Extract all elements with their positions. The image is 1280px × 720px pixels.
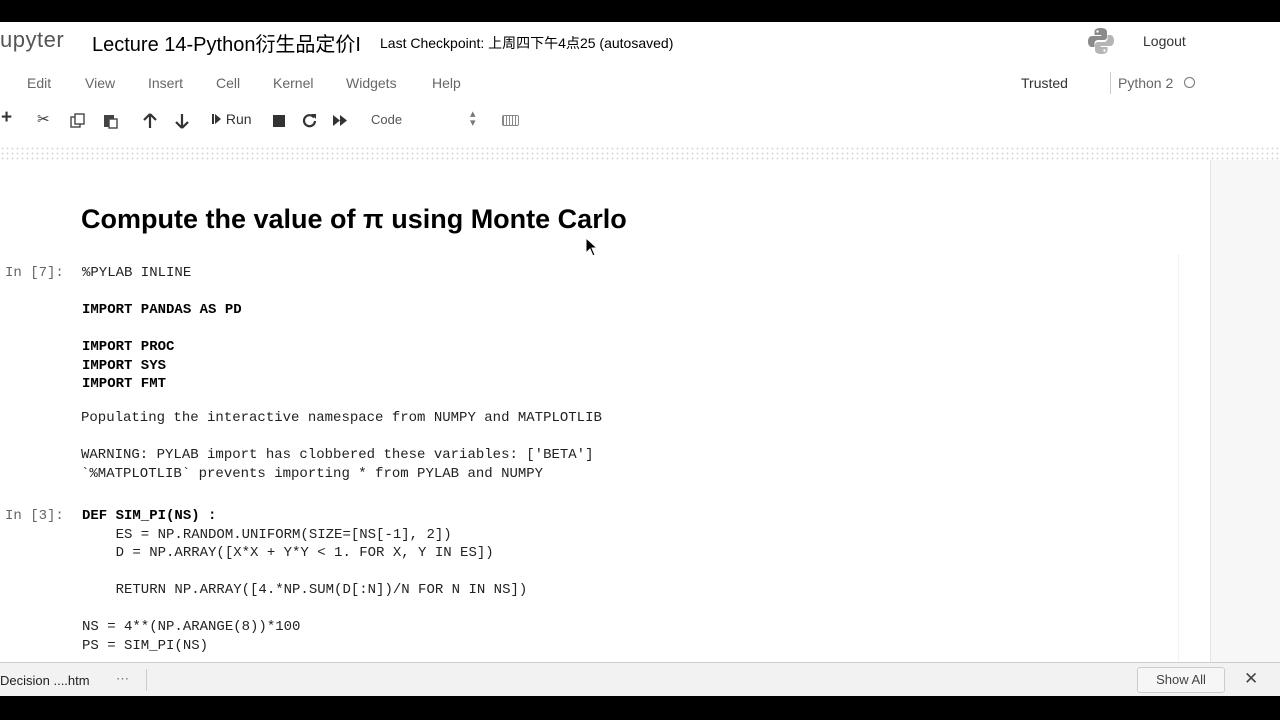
code-line: IMPORT PROC bbox=[82, 339, 175, 355]
code-line: IMPORT FMT bbox=[82, 376, 167, 392]
menubar-divider bbox=[1110, 72, 1111, 94]
more-options-icon[interactable]: ⋯ bbox=[116, 671, 129, 687]
code-line: NS = 4**(NP.ARANGE(8))*100 bbox=[82, 619, 301, 635]
kernel-status-icon bbox=[1184, 77, 1195, 88]
restart-icon[interactable] bbox=[302, 113, 317, 128]
toolbar: + ✂ Run Code ▴ ▾ bbox=[0, 107, 1280, 134]
code-line: D = NP.ARRAY([X*X + Y*Y < 1. FOR X, Y IN… bbox=[82, 545, 494, 561]
select-arrows-icon: ▴ ▾ bbox=[470, 108, 476, 129]
menu-view[interactable]: View bbox=[85, 75, 115, 91]
menu-kernel[interactable]: Kernel bbox=[273, 75, 313, 91]
download-divider bbox=[146, 669, 147, 691]
code-line: IMPORT PANDAS AS PD bbox=[82, 302, 242, 318]
close-icon[interactable]: ✕ bbox=[1244, 669, 1258, 689]
output-line: Populating the interactive namespace fro… bbox=[81, 410, 602, 426]
code-line: ES = NP.RANDOM.UNIFORM(SIZE=[NS[-1], 2]) bbox=[82, 526, 452, 543]
code-line: IMPORT SYS bbox=[82, 357, 167, 374]
notebook-name[interactable]: Lecture 14-Python衍生品定价I bbox=[92, 28, 361, 57]
toolbar-divider bbox=[0, 146, 1280, 160]
header: upyter Lecture 14-Python衍生品定价I Last Chec… bbox=[0, 22, 1280, 62]
menubar: Edit View Insert Cell Kernel Widgets Hel… bbox=[0, 72, 1280, 96]
cut-icon[interactable]: ✂ bbox=[37, 110, 50, 128]
move-down-icon[interactable] bbox=[175, 113, 189, 129]
cell-type-select[interactable]: Code bbox=[371, 112, 402, 127]
code-line: DEF SIM_PI(NS) : bbox=[82, 508, 217, 524]
paste-icon[interactable] bbox=[103, 113, 119, 129]
menu-cell[interactable]: Cell bbox=[216, 75, 240, 91]
code-cell[interactable]: DEF SIM_PI(NS) : ES = NP.RANDOM.UNIFORM(… bbox=[82, 507, 527, 655]
fast-forward-icon[interactable] bbox=[333, 114, 348, 127]
markdown-heading[interactable]: Compute the value of π using Monte Carlo bbox=[81, 204, 627, 235]
checkpoint-status: Last Checkpoint: 上周四下午4点25 (autosaved) bbox=[380, 35, 674, 51]
menu-insert[interactable]: Insert bbox=[148, 75, 183, 91]
output-line: WARNING: PYLAB import has clobbered thes… bbox=[81, 447, 594, 463]
cell-edge bbox=[1178, 255, 1179, 685]
download-bar: Decision ....htm ⋯ Show All ✕ bbox=[0, 662, 1280, 696]
kernel-name[interactable]: Python 2 bbox=[1118, 75, 1173, 91]
menu-edit[interactable]: Edit bbox=[27, 75, 51, 91]
output-text: Populating the interactive namespace fro… bbox=[81, 409, 602, 483]
mouse-cursor-icon bbox=[585, 237, 599, 257]
jupyter-logo[interactable]: upyter bbox=[0, 27, 64, 53]
menu-widgets[interactable]: Widgets bbox=[346, 75, 397, 91]
stop-icon[interactable] bbox=[273, 115, 285, 127]
run-icon bbox=[212, 114, 221, 124]
code-cell[interactable]: %PYLAB INLINE IMPORT PANDAS AS PD IMPORT… bbox=[82, 264, 242, 394]
keyboard-icon[interactable] bbox=[502, 115, 519, 126]
notebook-margin bbox=[1211, 160, 1280, 680]
trusted-indicator[interactable]: Trusted bbox=[1021, 75, 1068, 91]
logout-button[interactable]: Logout bbox=[1143, 33, 1186, 49]
input-prompt: In [7]: bbox=[5, 265, 64, 281]
insert-cell-icon[interactable]: + bbox=[1, 107, 12, 129]
menu-help[interactable]: Help bbox=[432, 75, 461, 91]
move-up-icon[interactable] bbox=[143, 113, 157, 129]
code-line: %PYLAB INLINE bbox=[82, 265, 192, 281]
code-line: PS = SIM_PI(NS) bbox=[82, 637, 209, 654]
notebook-container[interactable]: Compute the value of π using Monte Carlo… bbox=[0, 160, 1210, 685]
python-logo-icon bbox=[1088, 28, 1114, 54]
input-prompt: In [3]: bbox=[5, 508, 64, 524]
output-line: `%MATPLOTLIB` prevents importing * from … bbox=[81, 465, 544, 482]
code-line: RETURN NP.ARRAY([4.*NP.SUM(D[:N])/N FOR … bbox=[82, 582, 528, 598]
copy-icon[interactable] bbox=[70, 113, 86, 129]
run-button[interactable]: Run bbox=[212, 111, 252, 127]
show-all-button[interactable]: Show All bbox=[1137, 667, 1225, 693]
download-item[interactable]: Decision ....htm bbox=[0, 673, 90, 688]
run-label: Run bbox=[225, 111, 252, 127]
jupyter-window: upyter Lecture 14-Python衍生品定价I Last Chec… bbox=[0, 22, 1280, 696]
